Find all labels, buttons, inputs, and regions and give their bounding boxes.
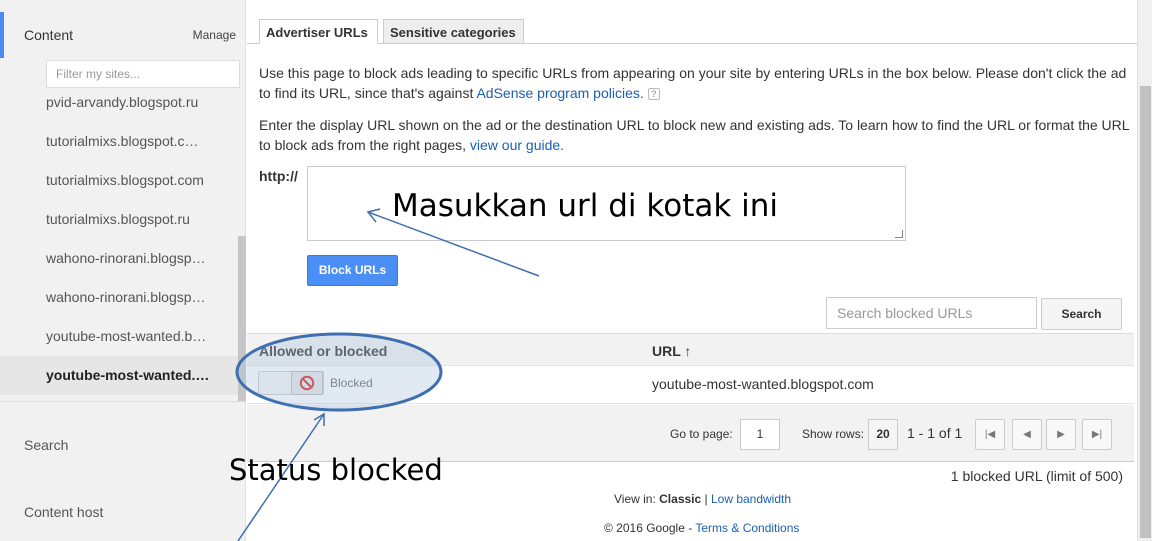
search-blocked-input[interactable] (826, 297, 1037, 329)
site-item[interactable]: tutorialmixs.blogspot.c… (0, 122, 238, 161)
block-toggle[interactable] (258, 371, 324, 395)
tab-advertiser-urls[interactable]: Advertiser URLs (259, 19, 378, 44)
site-list: pvid-arvandy.blogspot.ru tutorialmixs.bl… (0, 83, 238, 395)
terms-link[interactable]: Terms & Conditions (695, 521, 799, 535)
site-item-selected[interactable]: youtube-most-wanted.… (0, 356, 238, 395)
annotation-status: Status blocked (229, 453, 443, 487)
copyright-footer: © 2016 Google - Terms & Conditions (604, 521, 799, 535)
site-item[interactable]: wahono-rinorani.blogsp… (0, 239, 238, 278)
instructions-text: Enter the display URL shown on the ad or… (259, 115, 1131, 155)
view-guide-link[interactable]: view our guide. (470, 137, 564, 153)
tab-sensitive-categories[interactable]: Sensitive categories (383, 19, 524, 44)
status-text: Blocked (330, 376, 373, 390)
instructions-body: Enter the display URL shown on the ad or… (259, 117, 1130, 153)
intro-text: Use this page to block ads leading to sp… (259, 63, 1131, 103)
blocked-icon (291, 371, 323, 395)
show-rows-label: Show rows: (802, 427, 865, 441)
blocked-count: 1 blocked URL (limit of 500) (950, 468, 1123, 484)
nav-search[interactable]: Search (24, 437, 68, 453)
sidebar-scrollbar[interactable] (238, 236, 246, 402)
site-item[interactable]: tutorialmixs.blogspot.ru (0, 200, 238, 239)
block-urls-button[interactable]: Block URLs (307, 255, 398, 286)
goto-page-label: Go to page: (670, 427, 733, 441)
footer-separator: | (701, 492, 711, 506)
adsense-policies-link[interactable]: AdSense program policies. (476, 85, 643, 101)
rows-per-page-select[interactable]: 20 (868, 419, 898, 450)
goto-page-input[interactable]: 1 (740, 419, 780, 450)
view-in-footer: View in: Classic | Low bandwidth (614, 492, 791, 506)
header-url[interactable]: URL ↑ (652, 343, 691, 359)
first-page-icon[interactable]: |◀ (975, 419, 1005, 450)
tab-divider (247, 43, 1137, 44)
sidebar-active-indicator (0, 12, 4, 58)
site-item[interactable]: youtube-most-wanted.b… (0, 317, 238, 356)
classic-view: Classic (659, 492, 702, 506)
page-scrollbar[interactable] (1137, 0, 1152, 541)
page-scrollbar-thumb[interactable] (1140, 86, 1151, 538)
copyright-text: © 2016 Google - (604, 521, 696, 535)
view-in-label: View in: (614, 492, 660, 506)
sidebar: Content Manage pvid-arvandy.blogspot.ru … (0, 0, 246, 541)
site-item[interactable]: pvid-arvandy.blogspot.ru (0, 83, 238, 122)
sidebar-title[interactable]: Content (24, 27, 73, 43)
low-bandwidth-link[interactable]: Low bandwidth (711, 492, 791, 506)
site-item[interactable]: tutorialmixs.blogspot.com (0, 161, 238, 200)
intro-body: Use this page to block ads leading to sp… (259, 65, 1127, 101)
http-prefix-label: http:// (259, 168, 298, 184)
sidebar-header: Content Manage (0, 12, 246, 58)
page-range: 1 - 1 of 1 (907, 425, 963, 441)
manage-link[interactable]: Manage (193, 28, 236, 42)
prev-page-icon[interactable]: ◀ (1012, 419, 1042, 450)
site-item[interactable]: wahono-rinorani.blogsp… (0, 278, 238, 317)
table-header: Allowed or blocked URL ↑ (247, 333, 1134, 366)
help-icon[interactable]: ? (647, 88, 660, 101)
sidebar-divider (0, 401, 246, 402)
last-page-icon[interactable]: ▶| (1082, 419, 1112, 450)
search-button[interactable]: Search (1041, 298, 1122, 330)
table-row: Blocked youtube-most-wanted.blogspot.com (247, 366, 1134, 404)
annotation-url-box: Masukkan url di kotak ini (392, 188, 779, 224)
nav-content-host[interactable]: Content host (24, 504, 103, 520)
next-page-icon[interactable]: ▶ (1046, 419, 1076, 450)
header-allowed-blocked[interactable]: Allowed or blocked (259, 343, 387, 359)
url-cell: youtube-most-wanted.blogspot.com (652, 376, 874, 392)
resize-grip-icon[interactable] (895, 230, 903, 238)
